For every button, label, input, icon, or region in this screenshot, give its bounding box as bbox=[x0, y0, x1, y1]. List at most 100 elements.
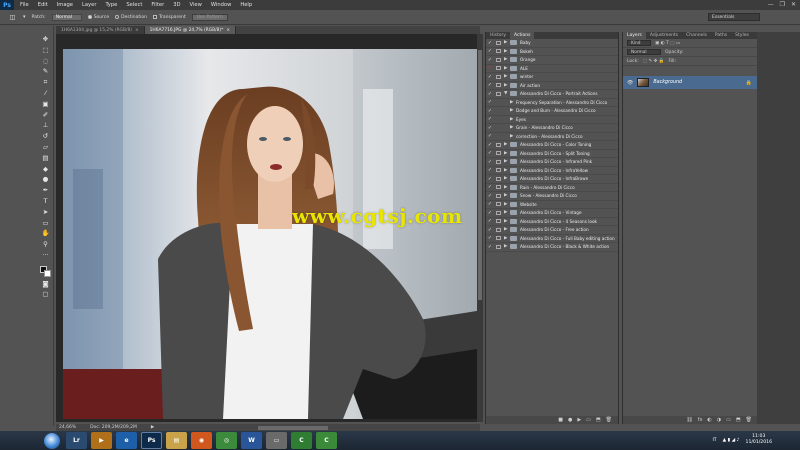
restore-button[interactable]: ❐ bbox=[780, 1, 785, 8]
start-button[interactable] bbox=[44, 432, 60, 449]
filter-kind-select[interactable]: Kind bbox=[627, 40, 651, 46]
action-set[interactable]: ✓ ▶ winter bbox=[486, 73, 618, 82]
dialog-toggle-icon[interactable] bbox=[494, 108, 502, 114]
dialog-toggle-icon[interactable] bbox=[494, 193, 502, 199]
action-set[interactable]: ✓ ▶ Website bbox=[486, 201, 618, 209]
crop-tool-icon[interactable]: ⌗ bbox=[41, 79, 50, 86]
dialog-toggle-icon[interactable] bbox=[494, 99, 502, 105]
menu-window[interactable]: Window bbox=[211, 2, 231, 8]
taskbar-chrome-icon[interactable]: ◎ bbox=[216, 432, 237, 449]
action-set[interactable]: ✓ ▶ Snow - Alessandro Di Cicco bbox=[486, 192, 618, 201]
blur-tool-icon[interactable]: ◆ bbox=[41, 165, 50, 173]
dialog-toggle-icon[interactable] bbox=[494, 176, 502, 182]
new-group-icon[interactable]: ▭ bbox=[726, 417, 731, 423]
dialog-toggle-icon[interactable] bbox=[494, 40, 502, 46]
toggle-checkmark-icon[interactable]: ✓ bbox=[486, 193, 494, 199]
layer-mask-icon[interactable]: ◐ bbox=[707, 417, 711, 423]
trash-icon[interactable]: 🗑 bbox=[606, 417, 612, 423]
type-tool-icon[interactable]: T bbox=[41, 197, 50, 205]
tab-layers[interactable]: Layers bbox=[623, 32, 646, 39]
menu-type[interactable]: Type bbox=[105, 2, 117, 8]
action-set[interactable]: ✓ ▶ Alessandro Di Cicco - Infrared Pink bbox=[486, 158, 618, 167]
language-indicator[interactable]: IT bbox=[712, 438, 716, 443]
toggle-checkmark-icon[interactable]: ✓ bbox=[486, 116, 494, 122]
move-tool-icon[interactable]: ✥ bbox=[41, 36, 50, 43]
layer-row-background[interactable]: 👁 Background 🔒 bbox=[623, 76, 758, 89]
new-layer-icon[interactable]: ⬒ bbox=[736, 417, 741, 423]
toggle-checkmark-icon[interactable]: ✓ bbox=[486, 218, 494, 224]
taskbar-explorer-icon[interactable]: ▤ bbox=[166, 432, 187, 449]
tab-channels[interactable]: Channels bbox=[682, 32, 711, 39]
dialog-toggle-icon[interactable] bbox=[494, 235, 502, 241]
taskbar-camtasia-icon[interactable]: C bbox=[291, 432, 312, 449]
status-arrow-icon[interactable]: ▶ bbox=[151, 425, 154, 430]
toggle-checkmark-icon[interactable]: ✓ bbox=[486, 142, 494, 148]
action-item[interactable]: ✓ ▶ Frequency Separation - Alessandro Di C… bbox=[486, 99, 618, 107]
brush-tool-icon[interactable]: ✐ bbox=[41, 111, 50, 119]
delete-layer-icon[interactable]: 🗑 bbox=[746, 417, 752, 423]
dialog-toggle-icon[interactable] bbox=[494, 201, 502, 207]
dialog-toggle-icon[interactable] bbox=[494, 65, 502, 71]
menu-filter[interactable]: Filter bbox=[151, 2, 164, 8]
dialog-toggle-icon[interactable] bbox=[494, 133, 502, 139]
shape-tool-icon[interactable]: ▭ bbox=[41, 219, 50, 227]
action-set[interactable]: ✓ ▶ Alessandro Di Cicco - Color Toning bbox=[486, 141, 618, 150]
destination-radio[interactable]: Destination bbox=[115, 15, 147, 20]
action-set[interactable]: ✓ ▶ Rain - Alessandro Di Cicco bbox=[486, 184, 618, 192]
action-item[interactable]: ✓ ▶ correction - Alessandro Di Cicco bbox=[486, 133, 618, 141]
adjustment-layer-icon[interactable]: ◑ bbox=[717, 417, 721, 423]
toggle-checkmark-icon[interactable]: ✓ bbox=[486, 65, 494, 71]
toggle-checkmark-icon[interactable]: ✓ bbox=[486, 176, 494, 182]
dialog-toggle-icon[interactable] bbox=[494, 82, 502, 88]
zoom-tool-icon[interactable]: ⚲ bbox=[41, 241, 50, 248]
action-item[interactable]: ✓ ▶ Grain - Alessandro Di Cicco bbox=[486, 124, 618, 133]
dialog-toggle-icon[interactable] bbox=[494, 125, 502, 131]
action-set[interactable]: ✓ ▶ Alessandro Di Cicco - 4 Seasons look bbox=[486, 218, 618, 226]
toggle-checkmark-icon[interactable]: ✓ bbox=[486, 150, 494, 156]
action-set[interactable]: ✓ ▶ Alessandro Di Cicco - Full Baby editin… bbox=[486, 235, 618, 243]
quick-mask-icon[interactable]: ◙ bbox=[41, 280, 50, 288]
toggle-checkmark-icon[interactable]: ✓ bbox=[486, 57, 494, 63]
menu-help[interactable]: Help bbox=[240, 2, 252, 8]
source-radio[interactable]: Source bbox=[87, 15, 109, 20]
action-set[interactable]: ✓ ▶ Alessandro Di Cicco - Black & White ac… bbox=[486, 243, 618, 252]
menu-select[interactable]: Select bbox=[126, 2, 142, 8]
filter-icons[interactable]: ▣ ◐ T ⬚ ▭ bbox=[655, 41, 680, 46]
doc-tab-2[interactable]: 1H6A7716.JPG @ 24,7% (RGB/8)* × bbox=[144, 26, 237, 34]
toggle-checkmark-icon[interactable]: ✓ bbox=[486, 167, 494, 173]
link-layers-icon[interactable]: ⛓ bbox=[686, 417, 692, 423]
background-color-swatch[interactable] bbox=[44, 269, 51, 277]
canvas-vertical-scrollbar[interactable] bbox=[477, 34, 483, 422]
healing-brush-tool-icon[interactable]: ▣ bbox=[41, 100, 50, 108]
dialog-toggle-icon[interactable] bbox=[494, 142, 502, 148]
toggle-checkmark-icon[interactable]: ✓ bbox=[486, 74, 494, 80]
document-canvas[interactable]: www.cgtsj.com bbox=[63, 49, 477, 419]
blend-mode-select[interactable]: Normal bbox=[627, 49, 661, 55]
marquee-tool-icon[interactable]: ⬚ bbox=[41, 46, 50, 54]
toggle-checkmark-icon[interactable]: ✓ bbox=[486, 184, 494, 190]
path-select-tool-icon[interactable]: ➤ bbox=[41, 208, 50, 216]
patch-mode-select[interactable]: Normal bbox=[51, 13, 82, 21]
action-set[interactable]: ✓ ▶ Alessandro Di Cicco - Split Toning bbox=[486, 150, 618, 158]
action-item[interactable]: ✓ ▶ Eyes bbox=[486, 116, 618, 124]
dialog-toggle-icon[interactable] bbox=[494, 91, 502, 97]
menu-3d[interactable]: 3D bbox=[173, 2, 180, 8]
record-icon[interactable]: ● bbox=[568, 417, 572, 423]
patch-tool-icon[interactable]: ◫ bbox=[8, 14, 17, 21]
action-set[interactable]: ✓ ▼ Alessandro Di Cicco - Portrait Actions bbox=[486, 90, 618, 99]
stop-recording-icon[interactable]: ■ bbox=[558, 417, 563, 423]
toggle-checkmark-icon[interactable]: ✓ bbox=[486, 133, 494, 139]
taskbar-word-icon[interactable]: W bbox=[241, 432, 262, 449]
menu-view[interactable]: View bbox=[190, 2, 202, 8]
tab-adjustments[interactable]: Adjustments bbox=[646, 32, 682, 39]
dialog-toggle-icon[interactable] bbox=[494, 159, 502, 165]
tab-history[interactable]: History bbox=[486, 32, 510, 39]
tool-preset-picker[interactable]: ▾ bbox=[23, 14, 26, 20]
use-pattern-button[interactable]: Use Pattern bbox=[191, 13, 228, 21]
close-button[interactable]: ✕ bbox=[791, 1, 796, 8]
lock-icons[interactable]: ⬚ ✎ ✥ 🔒 bbox=[643, 59, 665, 64]
close-tab-icon[interactable]: × bbox=[226, 28, 230, 33]
quick-select-tool-icon[interactable]: ✎ bbox=[41, 68, 50, 75]
taskbar-ie-icon[interactable]: e bbox=[116, 432, 137, 449]
menu-edit[interactable]: Edit bbox=[38, 2, 48, 8]
